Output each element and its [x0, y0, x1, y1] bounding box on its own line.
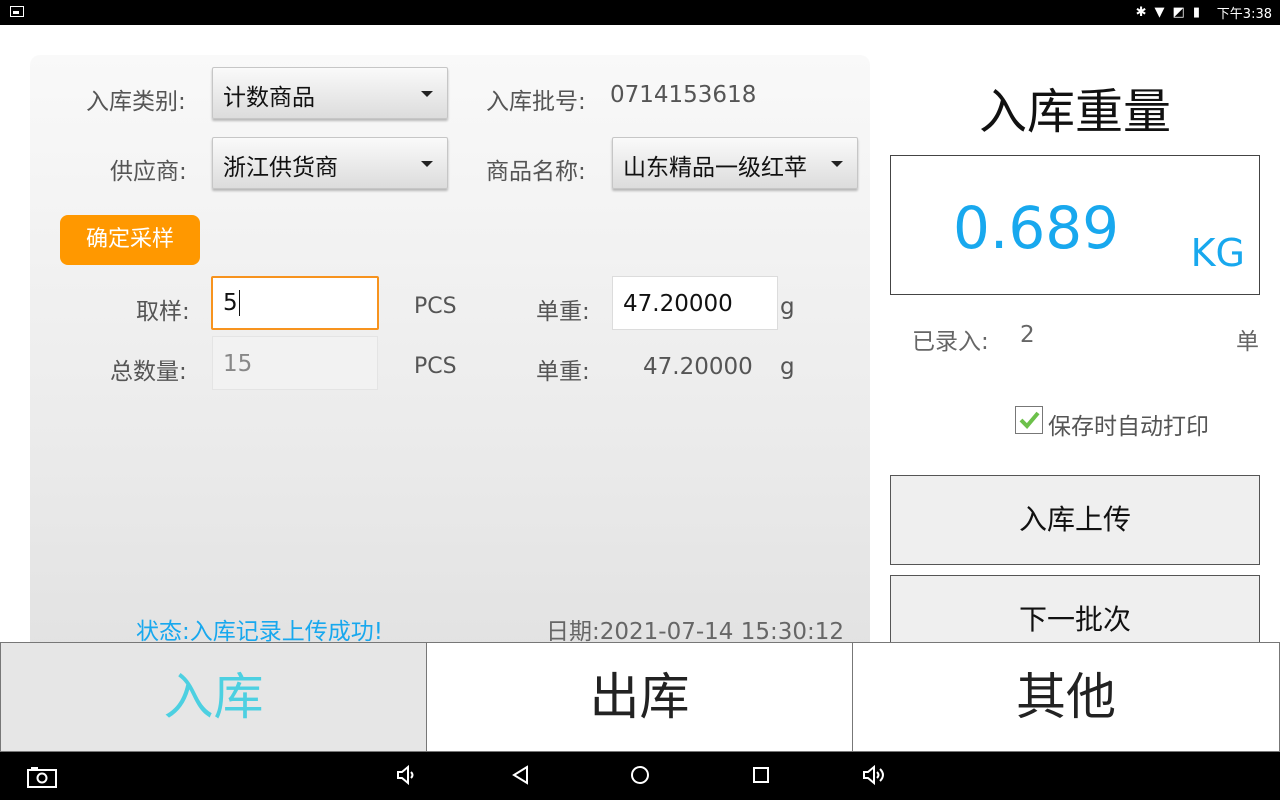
date-text: 日期:2021-07-14 15:30:12 [546, 619, 845, 645]
tab-other[interactable]: 其他 [852, 642, 1280, 752]
weight-unit: KG [1190, 231, 1245, 275]
product-dropdown[interactable]: 山东精品一级红苹 [612, 137, 858, 189]
sample-input[interactable]: 5 [211, 276, 379, 330]
supplier-label: 供应商: [110, 159, 187, 185]
recents-icon[interactable] [750, 764, 772, 786]
bluetooth-icon: ✱ [1135, 5, 1147, 20]
unit-weight2-unit: g [780, 354, 795, 380]
total-unit: PCS [414, 354, 457, 379]
checkmark-icon [1019, 411, 1040, 429]
batch-value: 0714153618 [610, 82, 757, 108]
tab-inbound[interactable]: 入库 [0, 642, 427, 752]
category-dropdown[interactable]: 计数商品 [212, 67, 448, 119]
total-field: 15 [212, 336, 378, 390]
batch-label: 入库批号: [486, 89, 586, 115]
status-icons: ✱ ▼ ◩ ▮ [1136, 2, 1200, 23]
upload-button[interactable]: 入库上传 [890, 475, 1260, 565]
category-label: 入库类别: [86, 89, 186, 115]
category-value: 计数商品 [223, 85, 315, 111]
dropdown-arrow-icon [831, 161, 843, 167]
wifi-icon: ▼ [1154, 5, 1165, 20]
auto-print-label[interactable]: 保存时自动打印 [1048, 407, 1209, 441]
volume-down-icon[interactable] [396, 764, 418, 786]
home-icon[interactable] [629, 764, 651, 786]
confirm-sample-button[interactable]: 确定采样 [60, 215, 200, 265]
weight-value: 0.689 [953, 194, 1120, 262]
clock: 下午3:38 [1216, 7, 1272, 22]
total-label: 总数量: [110, 359, 187, 385]
volume-up-icon[interactable] [862, 764, 888, 786]
weight-title: 入库重量 [978, 84, 1171, 140]
tab-outbound[interactable]: 出库 [426, 642, 853, 752]
unit-weight2-label: 单重: [536, 359, 590, 385]
sample-value: 5 [223, 290, 238, 316]
weight-display: 0.689 KG [890, 155, 1260, 295]
battery-icon: ▮ [1192, 5, 1200, 20]
recorded-label: 已录入: [912, 329, 989, 355]
sample-unit: PCS [414, 294, 457, 319]
recorded-unit: 单 [1236, 329, 1259, 355]
back-icon[interactable] [510, 764, 532, 786]
recorded-count: 2 [1020, 322, 1035, 348]
product-value: 山东精品一级红苹 [623, 155, 807, 181]
text-cursor [238, 290, 247, 316]
unit-weight-label: 单重: [536, 299, 590, 325]
product-label: 商品名称: [486, 159, 586, 185]
screenshot-icon[interactable] [27, 766, 57, 788]
unit-weight2-value: 47.20000 [643, 354, 753, 380]
status-bar: ✱ ▼ ◩ ▮ 下午3:38 [0, 0, 1280, 25]
unit-weight-unit: g [780, 294, 795, 320]
bottom-tabs: 入库 出库 其他 [0, 642, 1280, 752]
status-text: 状态:入库记录上传成功! [136, 619, 383, 645]
unit-weight-input[interactable]: 47.20000 [612, 276, 778, 330]
auto-print-checkbox[interactable] [1015, 406, 1043, 434]
sample-label: 取样: [136, 299, 190, 325]
supplier-value: 浙江供货商 [223, 155, 338, 181]
dropdown-arrow-icon [421, 161, 433, 167]
supplier-dropdown[interactable]: 浙江供货商 [212, 137, 448, 189]
navigation-bar [0, 752, 1280, 800]
gallery-notification-icon [10, 6, 24, 17]
dropdown-arrow-icon [421, 91, 433, 97]
no-sim-icon: ◩ [1172, 5, 1185, 20]
